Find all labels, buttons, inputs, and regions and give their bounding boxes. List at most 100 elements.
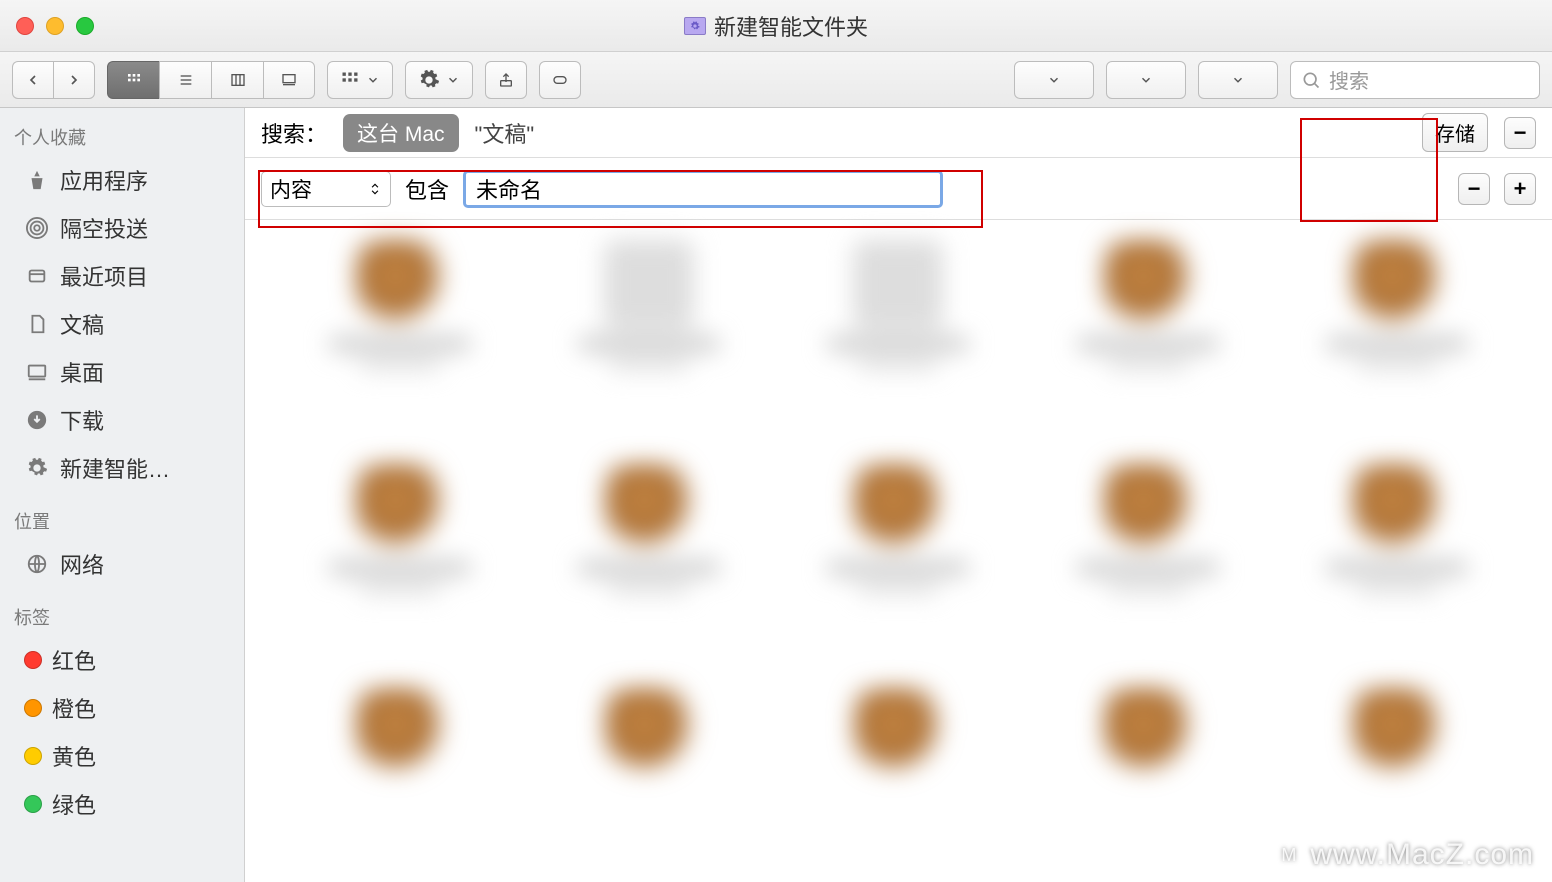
smart-folder-icon (684, 17, 706, 35)
minimize-window-button[interactable] (46, 17, 64, 35)
sidebar-item-downloads[interactable]: 下载 (0, 396, 244, 444)
search-icon (1301, 70, 1321, 90)
criteria-attribute-select[interactable]: 内容 (261, 171, 391, 207)
icon-view-button[interactable] (107, 61, 159, 99)
documents-icon (24, 311, 50, 337)
forward-button[interactable] (53, 61, 95, 99)
file-item[interactable] (1033, 688, 1262, 862)
sidebar-label: 橙色 (52, 692, 96, 724)
scope-documents[interactable]: "文稿" (475, 117, 535, 149)
file-item[interactable] (1033, 464, 1262, 678)
sidebar-label: 黄色 (52, 740, 96, 772)
action-dropdown[interactable] (405, 61, 473, 99)
dropdown-1[interactable] (1014, 61, 1094, 99)
remove-scope-button[interactable]: − (1504, 117, 1536, 149)
file-item[interactable] (1283, 240, 1512, 454)
sidebar-item-network[interactable]: 网络 (0, 540, 244, 588)
watermark-text: www.MacZ.com (1310, 838, 1534, 872)
sidebar-label: 隔空投送 (60, 212, 148, 244)
sidebar-label: 绿色 (52, 788, 96, 820)
share-button[interactable] (485, 61, 527, 99)
tag-dot-icon (24, 699, 42, 717)
file-item[interactable] (534, 240, 763, 454)
file-item[interactable] (285, 240, 514, 454)
file-item[interactable] (1283, 688, 1512, 862)
file-item[interactable] (534, 464, 763, 678)
sidebar-item-applications[interactable]: 应用程序 (0, 156, 244, 204)
add-criteria-button[interactable]: + (1504, 173, 1536, 205)
sidebar-label: 应用程序 (60, 164, 148, 196)
downloads-icon (24, 407, 50, 433)
zoom-window-button[interactable] (76, 17, 94, 35)
titlebar: 新建智能文件夹 (0, 0, 1552, 52)
tag-dot-icon (24, 651, 42, 669)
sidebar-tag-red[interactable]: 红色 (0, 636, 244, 684)
sidebar-label: 网络 (60, 548, 104, 580)
sidebar-header-favorites: 个人收藏 (0, 118, 244, 156)
nav-buttons (12, 61, 95, 99)
file-item[interactable] (285, 464, 514, 678)
file-item[interactable] (534, 688, 763, 862)
window-title: 新建智能文件夹 (684, 10, 868, 42)
search-scope-bar: 搜索： 这台 Mac "文稿" 存储 − (245, 108, 1552, 158)
file-item[interactable] (784, 464, 1013, 678)
desktop-icon (24, 359, 50, 385)
search-field[interactable]: 搜索 (1290, 61, 1540, 99)
applications-icon (24, 167, 50, 193)
toolbar: 搜索 (0, 52, 1552, 108)
chevron-updown-icon (368, 182, 382, 196)
sidebar-tag-yellow[interactable]: 黄色 (0, 732, 244, 780)
network-icon (24, 551, 50, 577)
file-item[interactable] (784, 240, 1013, 454)
tag-dot-icon (24, 747, 42, 765)
watermark: M www.MacZ.com (1274, 838, 1534, 872)
list-view-button[interactable] (159, 61, 211, 99)
file-grid (245, 220, 1552, 882)
sidebar-item-desktop[interactable]: 桌面 (0, 348, 244, 396)
gallery-view-button[interactable] (263, 61, 315, 99)
back-button[interactable] (12, 61, 53, 99)
column-view-button[interactable] (211, 61, 263, 99)
save-button[interactable]: 存储 (1422, 113, 1488, 152)
sidebar-item-recents[interactable]: 最近项目 (0, 252, 244, 300)
sidebar-label: 桌面 (60, 356, 104, 388)
file-item[interactable] (1033, 240, 1262, 454)
criteria-value-input[interactable] (463, 170, 943, 208)
sidebar-label: 红色 (52, 644, 96, 676)
group-by-dropdown[interactable] (327, 61, 393, 99)
sidebar-tag-orange[interactable]: 橙色 (0, 684, 244, 732)
sidebar-tag-green[interactable]: 绿色 (0, 780, 244, 828)
file-item[interactable] (285, 688, 514, 862)
close-window-button[interactable] (16, 17, 34, 35)
content-area: 搜索： 这台 Mac "文稿" 存储 − 内容 包含 − + (245, 108, 1552, 882)
window-controls (16, 17, 94, 35)
gear-icon (24, 455, 50, 481)
sidebar-label: 文稿 (60, 308, 104, 340)
view-mode-segment (107, 61, 315, 99)
sidebar-header-tags: 标签 (0, 598, 244, 636)
airdrop-icon (24, 215, 50, 241)
search-placeholder: 搜索 (1329, 65, 1369, 94)
file-item[interactable] (1283, 464, 1512, 678)
sidebar: 个人收藏 应用程序 隔空投送 最近项目 文稿 桌面 下载 新建智能… (0, 108, 245, 882)
search-label: 搜索： (261, 117, 327, 149)
sidebar-item-smart-folder[interactable]: 新建智能… (0, 444, 244, 492)
dropdown-2[interactable] (1106, 61, 1186, 99)
sidebar-label: 下载 (60, 404, 104, 436)
sidebar-label: 新建智能… (60, 452, 170, 484)
sidebar-item-airdrop[interactable]: 隔空投送 (0, 204, 244, 252)
scope-this-mac[interactable]: 这台 Mac (343, 114, 459, 152)
criteria-row: 内容 包含 − + (245, 158, 1552, 220)
tags-button[interactable] (539, 61, 581, 99)
file-item[interactable] (784, 688, 1013, 862)
remove-criteria-button[interactable]: − (1458, 173, 1490, 205)
criteria-operator: 包含 (405, 173, 449, 205)
sidebar-item-documents[interactable]: 文稿 (0, 300, 244, 348)
dropdown-3[interactable] (1198, 61, 1278, 99)
criteria-attribute-value: 内容 (270, 174, 312, 204)
window-title-text: 新建智能文件夹 (714, 10, 868, 42)
tag-dot-icon (24, 795, 42, 813)
sidebar-label: 最近项目 (60, 260, 148, 292)
watermark-icon: M (1274, 840, 1304, 870)
recents-icon (24, 263, 50, 289)
